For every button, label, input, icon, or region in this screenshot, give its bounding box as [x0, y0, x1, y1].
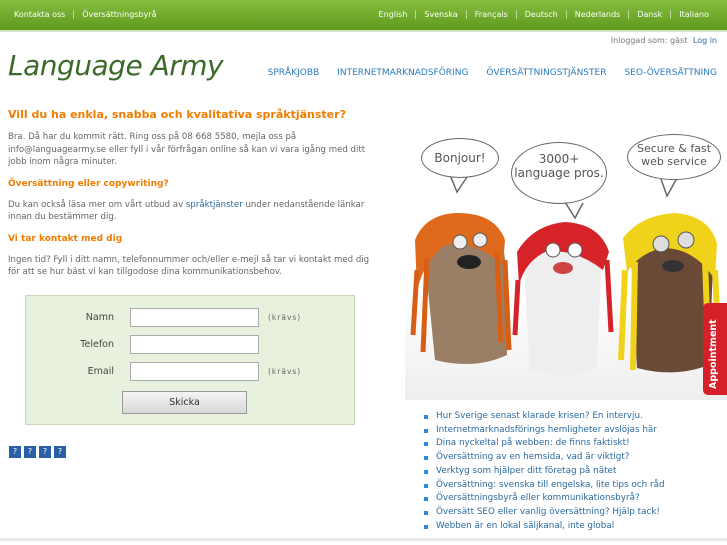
article-link[interactable]: Internetmarknadsförings hemligheter avsl…	[424, 424, 665, 438]
article-links: Hur Sverige senast klarade krisen? En in…	[424, 410, 665, 533]
article-link[interactable]: Dina nyckeltal på webben: de finns fakti…	[424, 437, 665, 451]
article-link[interactable]: Översättning: svenska till engelska, lit…	[424, 479, 665, 493]
nav-internetmarknadsforing[interactable]: INTERNETMARKNADSFÖRING	[337, 68, 468, 78]
main-content: Vill du ha enkla, snabba och kvalitativa…	[8, 108, 370, 289]
services-text-a: Du kan också läsa mer om vårt utbud av	[8, 199, 186, 210]
intro-text: Bra. Då har du kommit rätt. Ring oss på …	[8, 132, 366, 167]
contact-link[interactable]: Kontakta oss	[6, 10, 73, 19]
help-icon[interactable]: ?	[54, 446, 66, 458]
help-icon[interactable]: ?	[39, 446, 51, 458]
phone-label: Telefon	[80, 339, 114, 350]
nav-oversattningstjanster[interactable]: ÖVERSÄTTNINGSTJÄNSTER	[486, 68, 606, 78]
language-switcher: English Svenska Français Deutsch Nederla…	[371, 10, 717, 19]
name-input[interactable]	[130, 308, 259, 327]
submit-button[interactable]: Skicka	[122, 391, 247, 414]
share-icons: ? ? ? ?	[9, 446, 69, 458]
lang-dansk[interactable]: Dansk	[628, 10, 670, 19]
email-label: Email	[87, 366, 114, 377]
nav-sprakjobb[interactable]: SPRÅKJOBB	[268, 68, 320, 78]
lang-english[interactable]: English	[371, 10, 416, 19]
email-input[interactable]	[130, 362, 259, 381]
lang-svenska[interactable]: Svenska	[415, 10, 465, 19]
bubble-bonjour: Bonjour!	[421, 138, 499, 178]
appointment-tab[interactable]: Appointment	[703, 303, 727, 395]
lang-deutsch[interactable]: Deutsch	[515, 10, 566, 19]
name-required: (krävs)	[268, 313, 302, 322]
article-link[interactable]: Översättning av en hemsida, vad är vikti…	[424, 451, 665, 465]
login-link[interactable]: Log in	[693, 36, 717, 45]
article-link[interactable]: Webben är en lokal säljkanal, inte globa…	[424, 520, 665, 534]
help-icon[interactable]: ?	[24, 446, 36, 458]
article-link[interactable]: Hur Sverige senast klarade krisen? En in…	[424, 410, 665, 424]
lang-italiano[interactable]: Italiano	[670, 10, 717, 19]
article-link[interactable]: Översättningsbyrå eller kommunikationsby…	[424, 492, 665, 506]
contact-text: Ingen tid? Fyll i ditt namn, telefonnumm…	[8, 254, 370, 278]
email-required: (krävs)	[268, 367, 302, 376]
email-row: Email (krävs)	[26, 362, 354, 382]
footer-divider	[0, 538, 727, 541]
translation-agency-link[interactable]: Översättningsbyrå	[73, 10, 164, 19]
hero-image: Bonjour! 3000+ language pros. Secure & f…	[405, 120, 727, 400]
page-headline: Vill du ha enkla, snabba och kvalitativa…	[8, 108, 346, 121]
site-logo[interactable]: Language Army	[8, 49, 224, 82]
help-icon[interactable]: ?	[9, 446, 21, 458]
main-nav: SPRÅKJOBB INTERNETMARKNADSFÖRING ÖVERSÄT…	[250, 68, 717, 78]
top-bar: Kontakta oss Översättningsbyrå English S…	[0, 0, 727, 32]
subheading-translation: Översättning eller copywriting?	[8, 178, 169, 189]
services-link[interactable]: språktjänster	[186, 200, 243, 210]
name-label: Namn	[85, 312, 114, 323]
subheading-contact: Vi tar kontakt med dig	[8, 233, 123, 244]
lang-francais[interactable]: Français	[465, 10, 516, 19]
phone-input[interactable]	[130, 335, 259, 354]
article-link[interactable]: Översätt SEO eller vanlig översättning? …	[424, 506, 665, 520]
nav-seo-oversattning[interactable]: SEO-ÖVERSÄTTNING	[624, 68, 717, 78]
name-row: Namn (krävs)	[26, 308, 354, 328]
appointment-label: Appointment	[708, 319, 719, 389]
login-status: Inloggad som: gäst	[610, 36, 688, 45]
article-link[interactable]: Verktyg som hjälper ditt företag på näte…	[424, 465, 665, 479]
lang-nederlands[interactable]: Nederlands	[565, 10, 629, 19]
services-text: Du kan också läsa mer om vårt utbud av s…	[8, 199, 370, 224]
bubble-language-pros: 3000+ language pros.	[511, 142, 607, 204]
bubble-secure-fast: Secure & fast web service	[627, 134, 721, 180]
top-left-links: Kontakta oss Översättningsbyrå	[6, 10, 165, 19]
phone-row: Telefon	[26, 335, 354, 355]
contact-form: Namn (krävs) Telefon Email (krävs) Skick…	[25, 295, 355, 425]
login-bar: Inloggad som: gäst Log in	[611, 36, 717, 45]
